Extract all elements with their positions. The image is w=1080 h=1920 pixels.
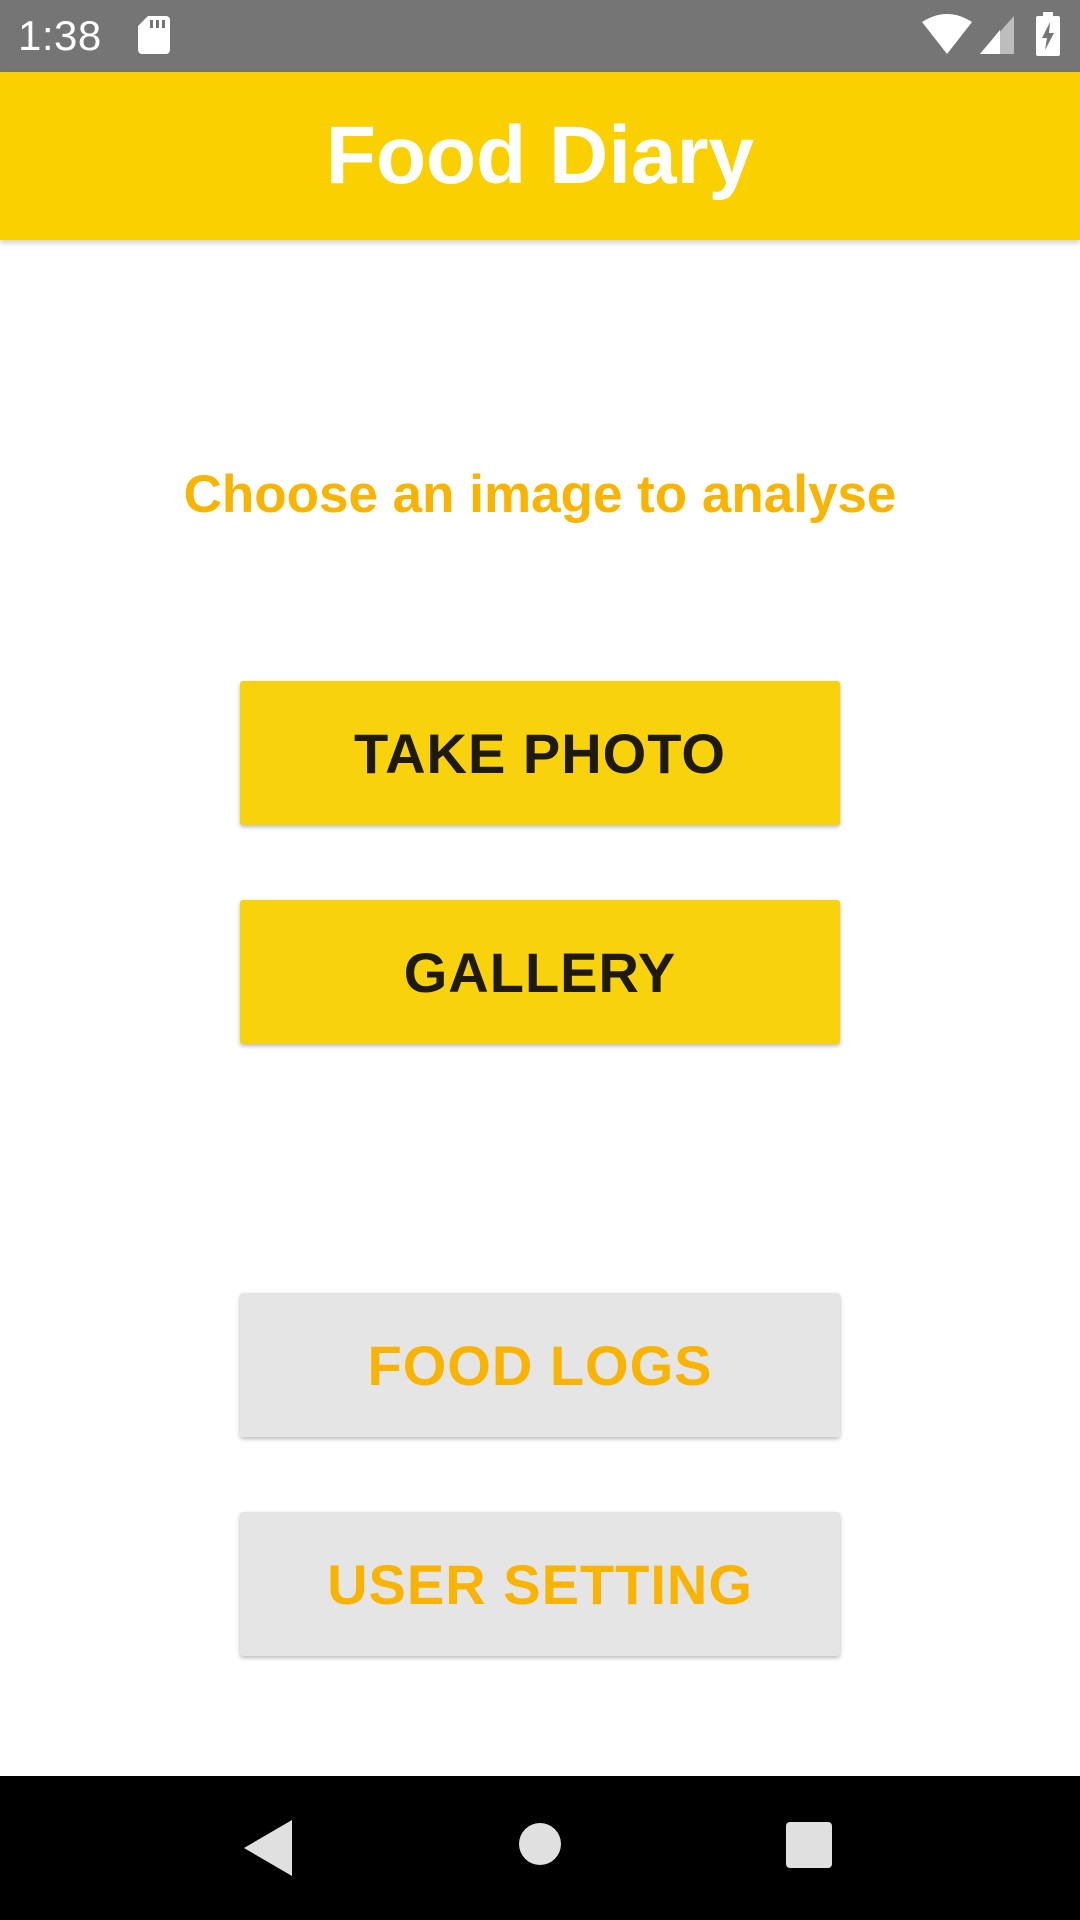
sd-card-icon	[138, 16, 170, 54]
instruction-text: Choose an image to analyse	[183, 465, 897, 524]
battery-charging-icon	[1036, 12, 1060, 56]
user-setting-button[interactable]: USER SETTING	[240, 1512, 840, 1656]
gallery-button[interactable]: GALLERY	[240, 900, 840, 1044]
back-icon[interactable]	[244, 1820, 292, 1876]
food-logs-button[interactable]: FOOD LOGS	[240, 1293, 840, 1437]
app-bar: Food Diary	[0, 72, 1080, 240]
cell-signal-icon	[980, 16, 1014, 54]
recents-icon[interactable]	[786, 1822, 832, 1868]
navigation-bar	[0, 1776, 1080, 1920]
status-bar: 1:38	[0, 0, 1080, 72]
wifi-icon	[922, 14, 972, 54]
take-photo-button[interactable]: TAKE PHOTO	[240, 681, 840, 825]
app-title: Food Diary	[325, 110, 755, 201]
home-icon[interactable]	[518, 1822, 562, 1866]
status-time: 1:38	[18, 12, 102, 59]
